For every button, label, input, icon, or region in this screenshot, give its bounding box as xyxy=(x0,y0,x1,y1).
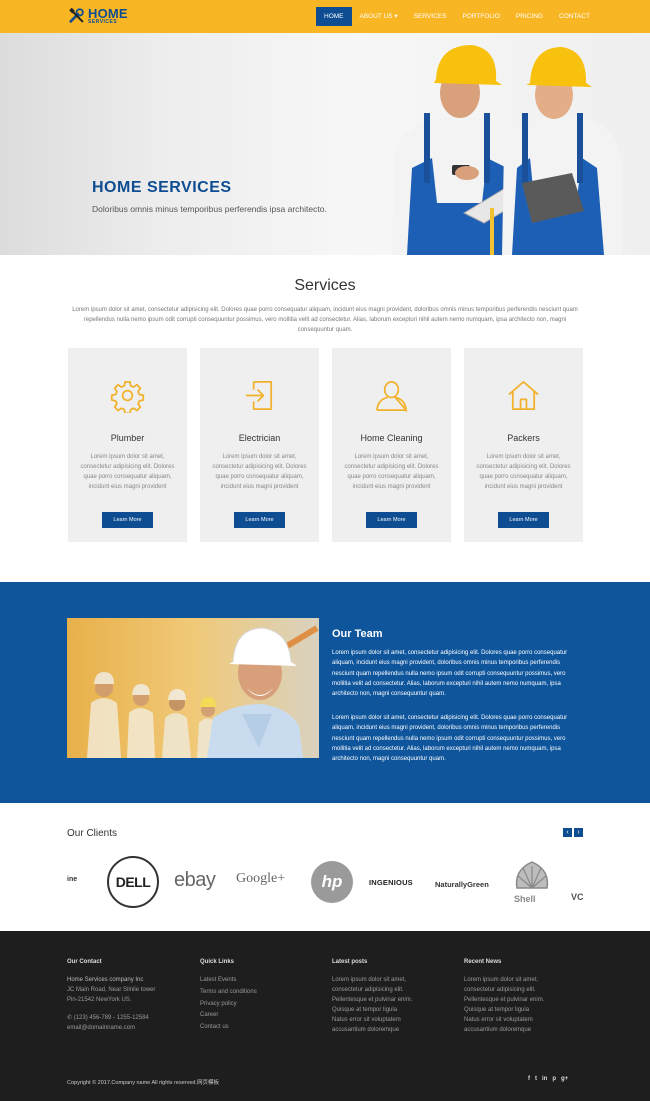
footer-news-line[interactable]: Pellentesque et pulvinar enim. xyxy=(464,995,584,1005)
footer-news-line[interactable]: consectetur adipisicing elit. xyxy=(464,985,584,995)
twitter-icon[interactable]: t xyxy=(535,1076,537,1082)
services-title: Services xyxy=(294,277,356,294)
footer-address-line: Pin-21542 NewYork US. xyxy=(67,997,132,1003)
footer-phone-text: (123) 456-789 - 1255-12584 xyxy=(73,1015,149,1021)
hero-title: HOME SERVICES xyxy=(92,179,232,196)
team-paragraph-2: Lorem ipsum dolor sit amet, consectetur … xyxy=(332,715,568,763)
hero-banner: HOME SERVICES Doloribus omnis minus temp… xyxy=(0,33,650,255)
footer-recent-news-heading: Recent News xyxy=(464,959,502,965)
copyright: Copyright © 2017.Company name All rights… xyxy=(67,1080,220,1086)
footer-latest-posts: Latest posts Lorem ipsum dolor sit amet,… xyxy=(332,959,452,1035)
service-card-title: Plumber xyxy=(110,433,145,443)
client-logo-ine: ine xyxy=(67,876,78,883)
nav-portfolio[interactable]: PORTFOLIO xyxy=(454,7,507,26)
footer-news-line[interactable]: Lorem ipsum dolor sit amet, xyxy=(464,975,584,985)
brand-text: HOME SERVICES xyxy=(88,7,128,25)
client-logo-dell: DELL xyxy=(107,856,159,908)
brand-logo[interactable]: HOME SERVICES xyxy=(68,5,128,27)
service-card-text: Lorem ipsum dolor sit amet, consectetur … xyxy=(476,454,571,490)
footer-news-line[interactable]: accusantium doloremque xyxy=(464,1025,584,1035)
footer-quick-links: Quick Links Latest Events Terms and cond… xyxy=(200,959,320,1034)
client-logo-naturally-green: NaturallyGreen xyxy=(435,880,489,889)
client-logo-google-plus: Google+ xyxy=(236,871,286,886)
footer-link[interactable]: Terms and conditions xyxy=(200,987,320,999)
footer-phone: ✆ (123) 456-789 - 1255-12584 xyxy=(67,1013,187,1023)
footer-contact-heading: Our Contact xyxy=(67,959,102,965)
footer-recent-news: Recent News Lorem ipsum dolor sit amet, … xyxy=(464,959,584,1035)
footer-latest-posts-heading: Latest posts xyxy=(332,959,368,965)
linkedin-icon[interactable]: in xyxy=(542,1076,547,1082)
clients-title: Our Clients xyxy=(67,828,118,839)
hero-workers-image xyxy=(392,45,622,255)
carousel-next-button[interactable]: › xyxy=(574,828,583,837)
nav-home[interactable]: HOME xyxy=(316,7,352,26)
nav-contact[interactable]: CONTACT xyxy=(551,7,598,26)
pinterest-icon[interactable]: p xyxy=(552,1076,556,1082)
footer-email[interactable]: email@domainname.com xyxy=(67,1023,187,1033)
carousel-prev-button[interactable]: ‹ xyxy=(563,828,572,837)
nav-services[interactable]: SERVICES xyxy=(406,7,455,26)
learn-more-button[interactable]: Learn More xyxy=(102,512,153,528)
service-card-plumber: Plumber Lorem ipsum dolor sit amet, cons… xyxy=(68,348,187,542)
hero-subtitle: Doloribus omnis minus temporibus perfere… xyxy=(92,204,327,214)
service-card-text: Lorem ipsum dolor sit amet, consectetur … xyxy=(212,454,307,490)
social-links: f t in p g+ xyxy=(528,1076,568,1082)
footer-post-line[interactable]: Natus error sit voluptatem xyxy=(332,1015,452,1025)
service-card-text: Lorem ipsum dolor sit amet, consectetur … xyxy=(80,454,175,490)
clients-carousel-controls: ‹ › xyxy=(563,828,583,837)
team-photo xyxy=(67,618,319,758)
footer: Our Contact Home Services company Inc JC… xyxy=(0,931,650,1101)
services-intro: Lorem ipsum dolor sit amet, consectetur … xyxy=(72,307,578,333)
client-logo-vc: VC xyxy=(571,892,584,902)
sign-in-icon xyxy=(245,381,273,410)
phone-icon: ✆ xyxy=(67,1015,74,1021)
client-logos: ine DELL ebay Google+ hp INGENIOUS Natur… xyxy=(0,852,650,912)
service-card-packers: Packers Lorem ipsum dolor sit amet, cons… xyxy=(464,348,583,542)
service-card-home-cleaning: Home Cleaning Lorem ipsum dolor sit amet… xyxy=(332,348,451,542)
footer-news-line[interactable]: Quisque at tempor ligula xyxy=(464,1005,584,1015)
service-card-title: Packers xyxy=(507,433,540,443)
team-paragraph-1: Lorem ipsum dolor sit amet, consectetur … xyxy=(332,650,568,698)
service-card-electrician: Electrician Lorem ipsum dolor sit amet, … xyxy=(200,348,319,542)
navbar: HOME SERVICES HOME ABOUT US ▾ SERVICES P… xyxy=(0,0,650,33)
footer-company: Home Services company Inc xyxy=(67,977,144,983)
learn-more-button[interactable]: Learn More xyxy=(234,512,285,528)
footer-link[interactable]: Latest Events xyxy=(200,975,320,987)
service-card-text: Lorem ipsum dolor sit amet, consectetur … xyxy=(344,454,439,490)
nav-pricing[interactable]: PRICING xyxy=(508,7,551,26)
gear-icon xyxy=(110,381,145,413)
nav-about-us[interactable]: ABOUT US ▾ xyxy=(352,7,406,26)
footer-address-line: JC Main Road, Near Silnile tower xyxy=(67,987,156,993)
footer-post-line[interactable]: accusantium doloremque xyxy=(332,1025,452,1035)
service-card-title: Home Cleaning xyxy=(360,433,423,443)
learn-more-button[interactable]: Learn More xyxy=(366,512,417,528)
tools-icon xyxy=(69,7,84,23)
user-icon xyxy=(376,381,408,413)
footer-post-line[interactable]: Lorem ipsum dolor sit amet, xyxy=(332,975,452,985)
footer-quick-links-heading: Quick Links xyxy=(200,959,235,965)
footer-post-line[interactable]: consectetur adipisicing elit. xyxy=(332,985,452,995)
team-title: Our Team xyxy=(332,628,383,640)
client-logo-ebay: ebay xyxy=(174,869,216,891)
google-plus-icon[interactable]: g+ xyxy=(561,1076,568,1082)
client-logo-ingenious: INGENIOUS xyxy=(369,878,413,887)
learn-more-button[interactable]: Learn More xyxy=(498,512,549,528)
main-nav: HOME ABOUT US ▾ SERVICES PORTFOLIO PRICI… xyxy=(316,7,598,26)
footer-post-line[interactable]: Quisque at tempor ligula xyxy=(332,1005,452,1015)
shell-emblem-icon xyxy=(515,861,549,889)
client-logo-hp: hp xyxy=(311,861,353,903)
home-icon xyxy=(508,381,539,410)
footer-contact: Our Contact Home Services company Inc JC… xyxy=(67,959,187,1033)
team-section: Our Team Lorem ipsum dolor sit amet, con… xyxy=(0,582,650,803)
footer-post-line[interactable]: Pellentesque et pulvinar enim. xyxy=(332,995,452,1005)
footer-news-line[interactable]: Natus error sit voluptatem xyxy=(464,1015,584,1025)
footer-link[interactable]: Contact us xyxy=(200,1022,320,1034)
client-logo-shell: Shell xyxy=(514,894,536,904)
service-card-title: Electrician xyxy=(238,433,281,443)
footer-link[interactable]: Career xyxy=(200,1010,320,1022)
facebook-icon[interactable]: f xyxy=(528,1076,530,1082)
footer-link[interactable]: Privacy policy xyxy=(200,999,320,1011)
